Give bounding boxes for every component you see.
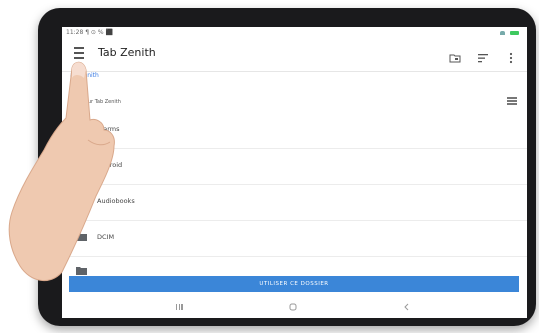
list-item[interactable]: Alarms (62, 113, 527, 149)
list-item[interactable]: DCIM (62, 221, 527, 257)
use-folder-button[interactable]: UTILISER CE DOSSIER (69, 276, 519, 292)
status-icons (500, 27, 519, 39)
app-bar-divider (62, 71, 527, 72)
folder-name: DCIM (97, 233, 115, 241)
new-folder-icon[interactable] (449, 52, 461, 64)
back-icon[interactable] (402, 302, 412, 312)
breadcrumb[interactable]: ab Zenith (70, 72, 99, 79)
list-item[interactable]: Audiobooks (62, 185, 527, 221)
folder-name: Audiobooks (97, 197, 135, 205)
folder-list: Alarms Android Audiobooks DCIM (62, 113, 527, 277)
app-title: Tab Zenith (98, 46, 156, 59)
more-options-icon[interactable] (505, 52, 517, 64)
app-bar: Tab Zenith (62, 39, 527, 71)
screen: 11:28 ¶ ⊙ % ⬛ Tab Zenith ab Zenith ihier… (62, 27, 527, 318)
navigation-bar (62, 296, 527, 318)
list-view-icon[interactable] (507, 97, 517, 105)
battery-icon (510, 30, 519, 35)
home-icon[interactable] (288, 302, 298, 312)
list-item[interactable]: Android (62, 149, 527, 185)
folder-icon (76, 197, 87, 205)
section-header: ihiers sur Tab Zenith (70, 99, 121, 105)
folder-name: Android (97, 161, 123, 169)
folder-icon (76, 267, 87, 275)
folder-icon (76, 233, 87, 241)
app-actions (438, 47, 517, 66)
status-bar: 11:28 ¶ ⊙ % ⬛ (62, 27, 527, 39)
recent-apps-icon[interactable] (176, 302, 186, 312)
menu-icon[interactable] (74, 47, 84, 59)
wifi-icon (500, 30, 506, 35)
list-item[interactable] (62, 257, 527, 277)
status-time: 11:28 ¶ ⊙ % ⬛ (66, 29, 113, 36)
folder-icon (76, 161, 87, 169)
folder-name: Alarms (97, 125, 120, 133)
folder-icon (76, 125, 87, 133)
sort-icon[interactable] (477, 52, 489, 64)
